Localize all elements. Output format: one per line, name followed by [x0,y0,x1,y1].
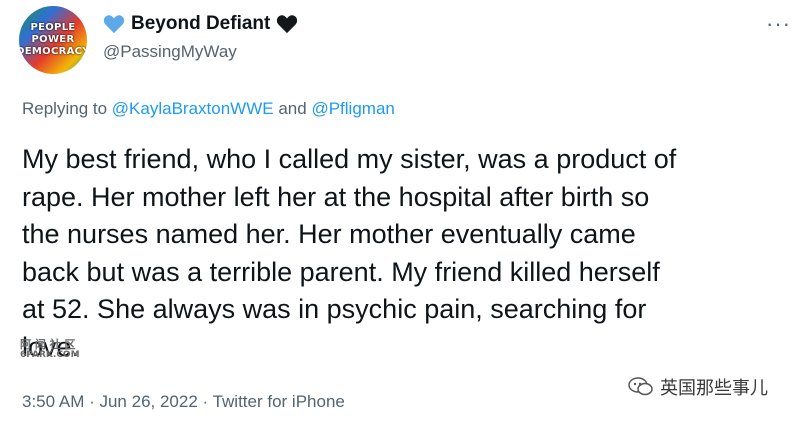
tweet-text: My best friend, who I called my sister, … [22,144,677,362]
avatar-text-line-3: DEMOCRACY [19,46,87,57]
watermark-en-text: 6PARK.COM [20,350,80,360]
wechat-icon [628,377,653,396]
watermark-wechat: 英国那些事儿 [628,374,768,400]
replying-to: Replying to @KaylaBraxtonWWE and @Pfligm… [22,99,395,119]
avatar-text-line-1: PEOPLE [30,22,76,33]
avatar[interactable]: PEOPLE POWER DEMOCRACY [19,6,87,74]
watermark-cn-text: 阿 闻 社 区 [20,338,76,351]
more-options-icon[interactable]: ··· [766,13,791,35]
author-display-name[interactable]: Beyond Defiant [131,13,270,35]
reply-user-link-1[interactable]: @KaylaBraxtonWWE [112,99,274,118]
black-heart-icon [277,15,298,34]
tweet-timestamp[interactable]: 3:50 AM · Jun 26, 2022 · Twitter for iPh… [22,392,345,412]
blue-heart-icon [103,15,125,34]
replying-connector: and [278,99,307,118]
watermark-right-text: 英国那些事儿 [660,378,768,398]
avatar-text-line-2: POWER [31,34,75,45]
author-handle[interactable]: @PassingMyWay [103,42,237,62]
watermark-6park: 阿 闻 社 区 6PARK.COM [20,339,80,361]
reply-user-link-2[interactable]: @Pfligman [311,99,394,118]
author-name-row[interactable]: Beyond Defiant [103,13,298,35]
replying-prefix: Replying to [22,99,108,118]
